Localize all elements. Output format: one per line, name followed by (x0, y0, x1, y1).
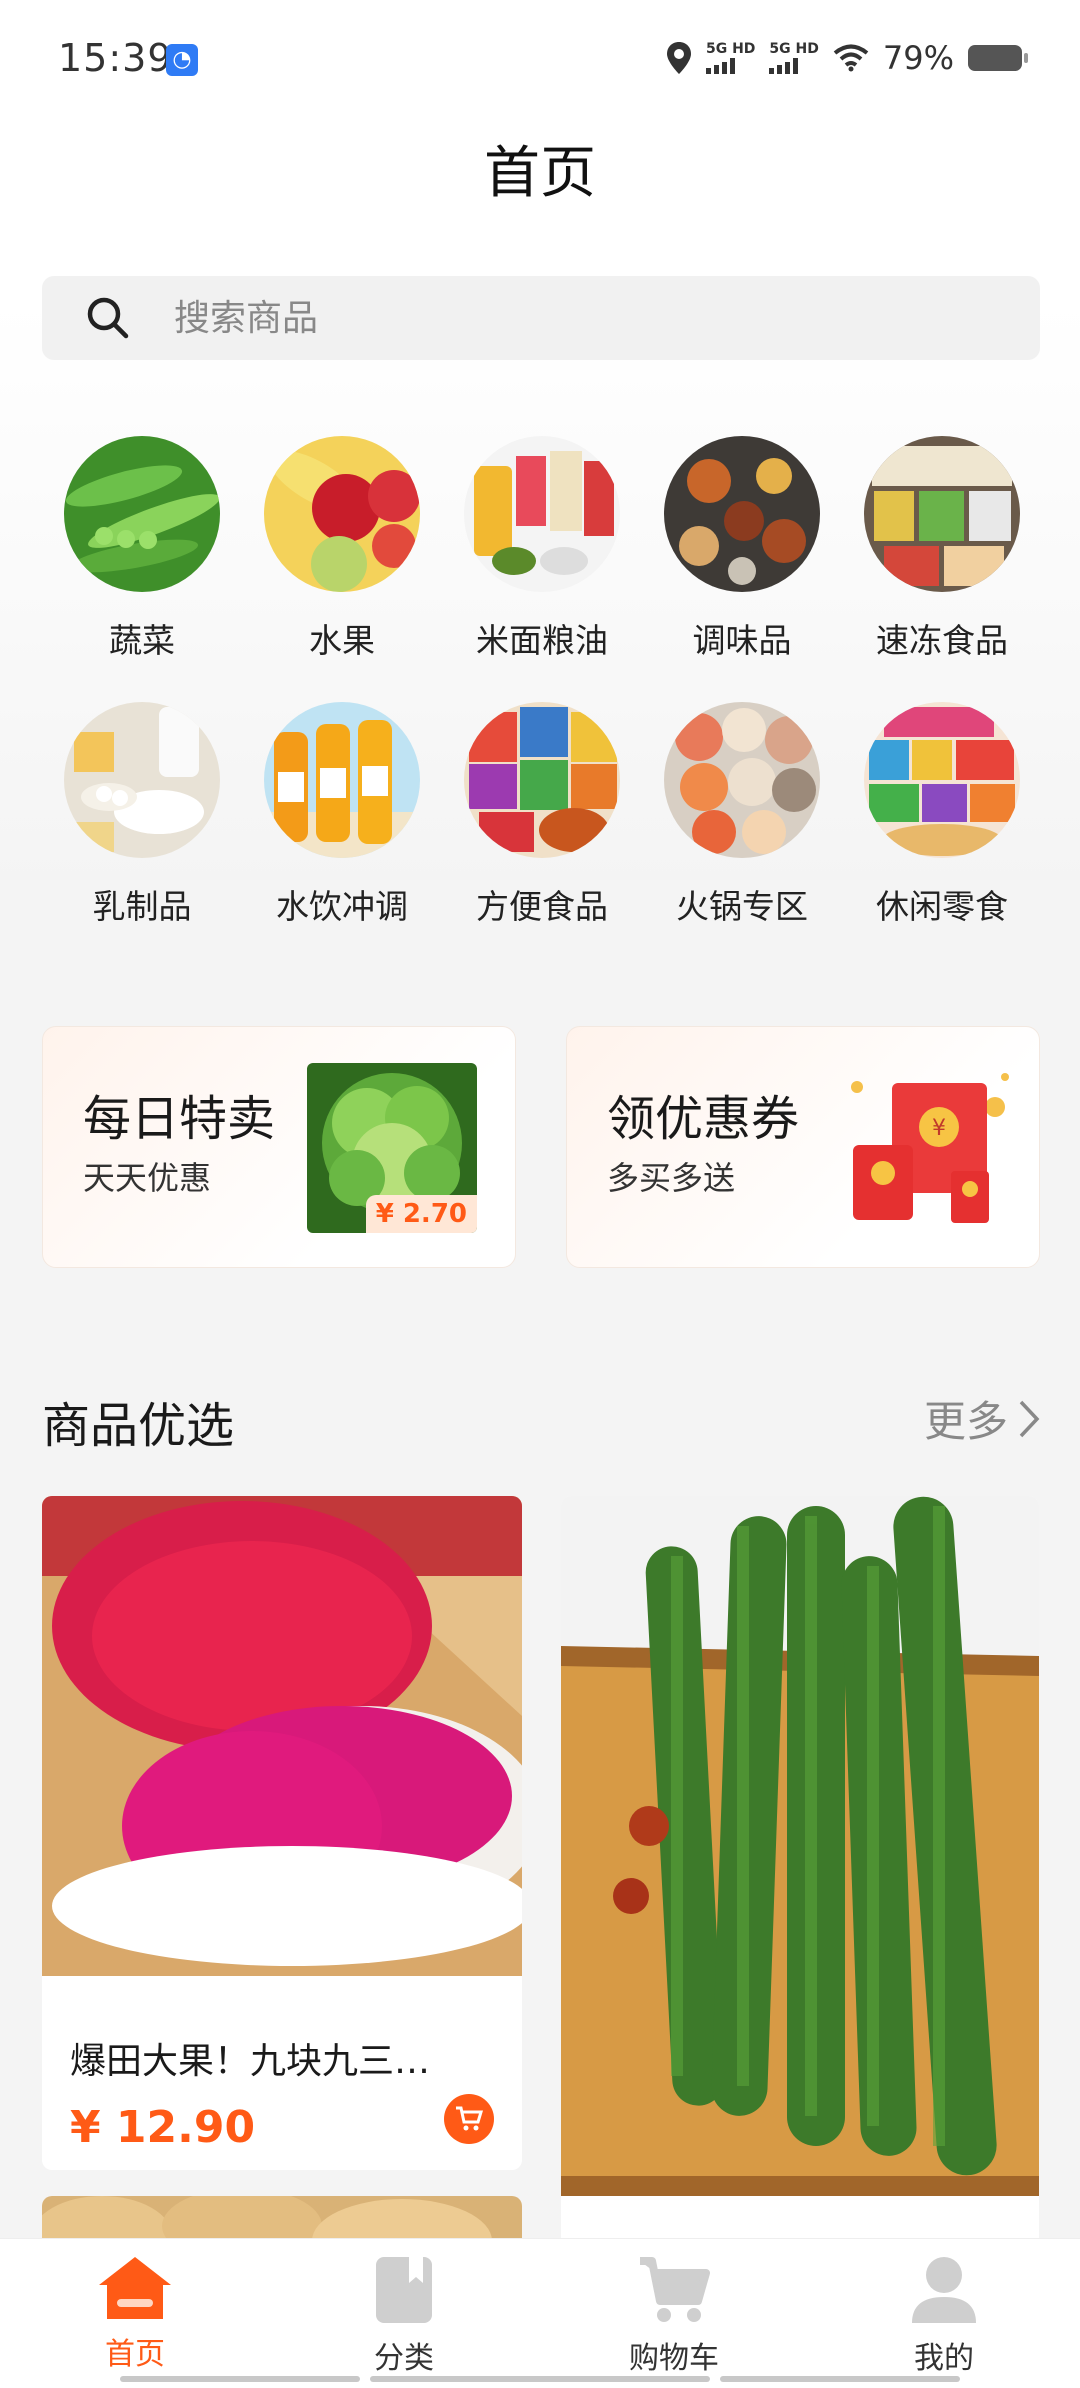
dairy-image (64, 702, 220, 858)
product-price: ¥ 12.90 (70, 2102, 256, 2153)
product-name: 爆田大果！九块九三… (70, 2041, 431, 2082)
notification-app-icon: ◔ (166, 44, 198, 76)
category-label: 方便食品 (476, 887, 608, 926)
lettuce-image: ¥ 2.70 (307, 1063, 477, 1233)
category-label: 休闲零食 (876, 887, 1008, 926)
category-vegetables[interactable]: 蔬菜 (42, 436, 242, 662)
product-card[interactable] (561, 1496, 1039, 2256)
status-time: 15:39 (58, 36, 173, 80)
category-label: 乳制品 (92, 887, 192, 926)
tab-home[interactable]: 首页 (55, 2255, 215, 2373)
home-icon (99, 2257, 171, 2319)
category-label: 水果 (309, 621, 375, 660)
red-envelope-icon: ¥ (837, 1067, 1017, 1247)
snacks-image (864, 702, 1020, 858)
daily-deal-card[interactable]: 每日特卖 天天优惠 ¥ 2.70 (42, 1026, 516, 1268)
wifi-icon (833, 44, 869, 72)
battery-icon (968, 45, 1028, 71)
tab-bar: 首页 分类 购物车 我的 (0, 2238, 1080, 2388)
category-label: 蔬菜 (109, 621, 175, 660)
search-input[interactable] (174, 297, 874, 339)
chevron-right-icon (1019, 1400, 1040, 1437)
product-card[interactable]: 爆田大果！九块九三… ¥ 12.90 (42, 1496, 522, 2170)
promo-subtitle: 多买多送 (607, 1159, 736, 1197)
category-dairy[interactable]: 乳制品 (42, 702, 242, 928)
tab-cart[interactable]: 购物车 (594, 2255, 754, 2377)
promo-title: 每日特卖 (83, 1091, 276, 1147)
add-to-cart-button[interactable] (444, 2094, 494, 2144)
category-label: 调味品 (692, 621, 792, 660)
category-hotpot[interactable]: 火锅专区 (642, 702, 842, 928)
promo-title: 领优惠券 (607, 1091, 800, 1147)
dragon-fruit-image (42, 1496, 522, 1976)
search-bar[interactable] (42, 276, 1040, 360)
category-label: 速冻食品 (876, 621, 1008, 660)
more-link[interactable]: 更多 (924, 1388, 1040, 1449)
category-label: 水饮冲调 (276, 887, 408, 926)
price-tag: ¥ 2.70 (365, 1195, 477, 1233)
category-grain-oil[interactable]: 米面粮油 (442, 436, 642, 662)
category-drinks[interactable]: 水饮冲调 (242, 702, 442, 928)
category-label: 米面粮油 (476, 621, 608, 660)
svg-text:¥: ¥ (932, 1116, 946, 1141)
cart-icon (640, 2257, 710, 2322)
fruits-image (264, 436, 420, 592)
section-title: 商品优选 (42, 1398, 235, 1454)
cucumber-image (561, 1496, 1039, 2196)
network-indicator-2: 5G HD (769, 42, 819, 74)
frozen-food-image (864, 436, 1020, 592)
category-seasoning[interactable]: 调味品 (642, 436, 842, 662)
home-indicator (370, 2376, 710, 2382)
coupon-card[interactable]: 领优惠券 多买多送 ¥ (566, 1026, 1040, 1268)
search-icon (87, 297, 129, 339)
hotpot-image (664, 702, 820, 858)
instant-food-image (464, 702, 620, 858)
category-label: 火锅专区 (676, 887, 808, 926)
home-indicator (720, 2376, 960, 2382)
tab-profile[interactable]: 我的 (864, 2255, 1024, 2377)
tab-category[interactable]: 分类 (324, 2255, 484, 2377)
home-indicator (120, 2376, 360, 2382)
vegetables-image (64, 436, 220, 592)
category-snacks[interactable]: 休闲零食 (842, 702, 1042, 928)
network-indicator-1: 5G HD (705, 42, 755, 74)
category-instant-food[interactable]: 方便食品 (442, 702, 642, 928)
page-title: 首页 (484, 141, 596, 206)
category-frozen-food[interactable]: 速冻食品 (842, 436, 1042, 662)
grain-oil-image (464, 436, 620, 592)
user-icon (912, 2257, 976, 2323)
category-fruits[interactable]: 水果 (242, 436, 442, 662)
cart-icon (456, 2106, 484, 2131)
location-icon (666, 42, 691, 74)
status-bar: 15:39 ◔ 5G HD 5G HD 79% (0, 0, 1080, 118)
category-grid: 蔬菜 水果 米面粮油 调味品 速冻食品 乳制品 水饮冲调 方便食品 火锅专区 休… (42, 436, 1042, 928)
battery-percent: 79% (882, 39, 954, 77)
promo-subtitle: 天天优惠 (83, 1159, 212, 1197)
drinks-image (264, 702, 420, 858)
seasoning-image (664, 436, 820, 592)
book-icon (376, 2257, 432, 2323)
